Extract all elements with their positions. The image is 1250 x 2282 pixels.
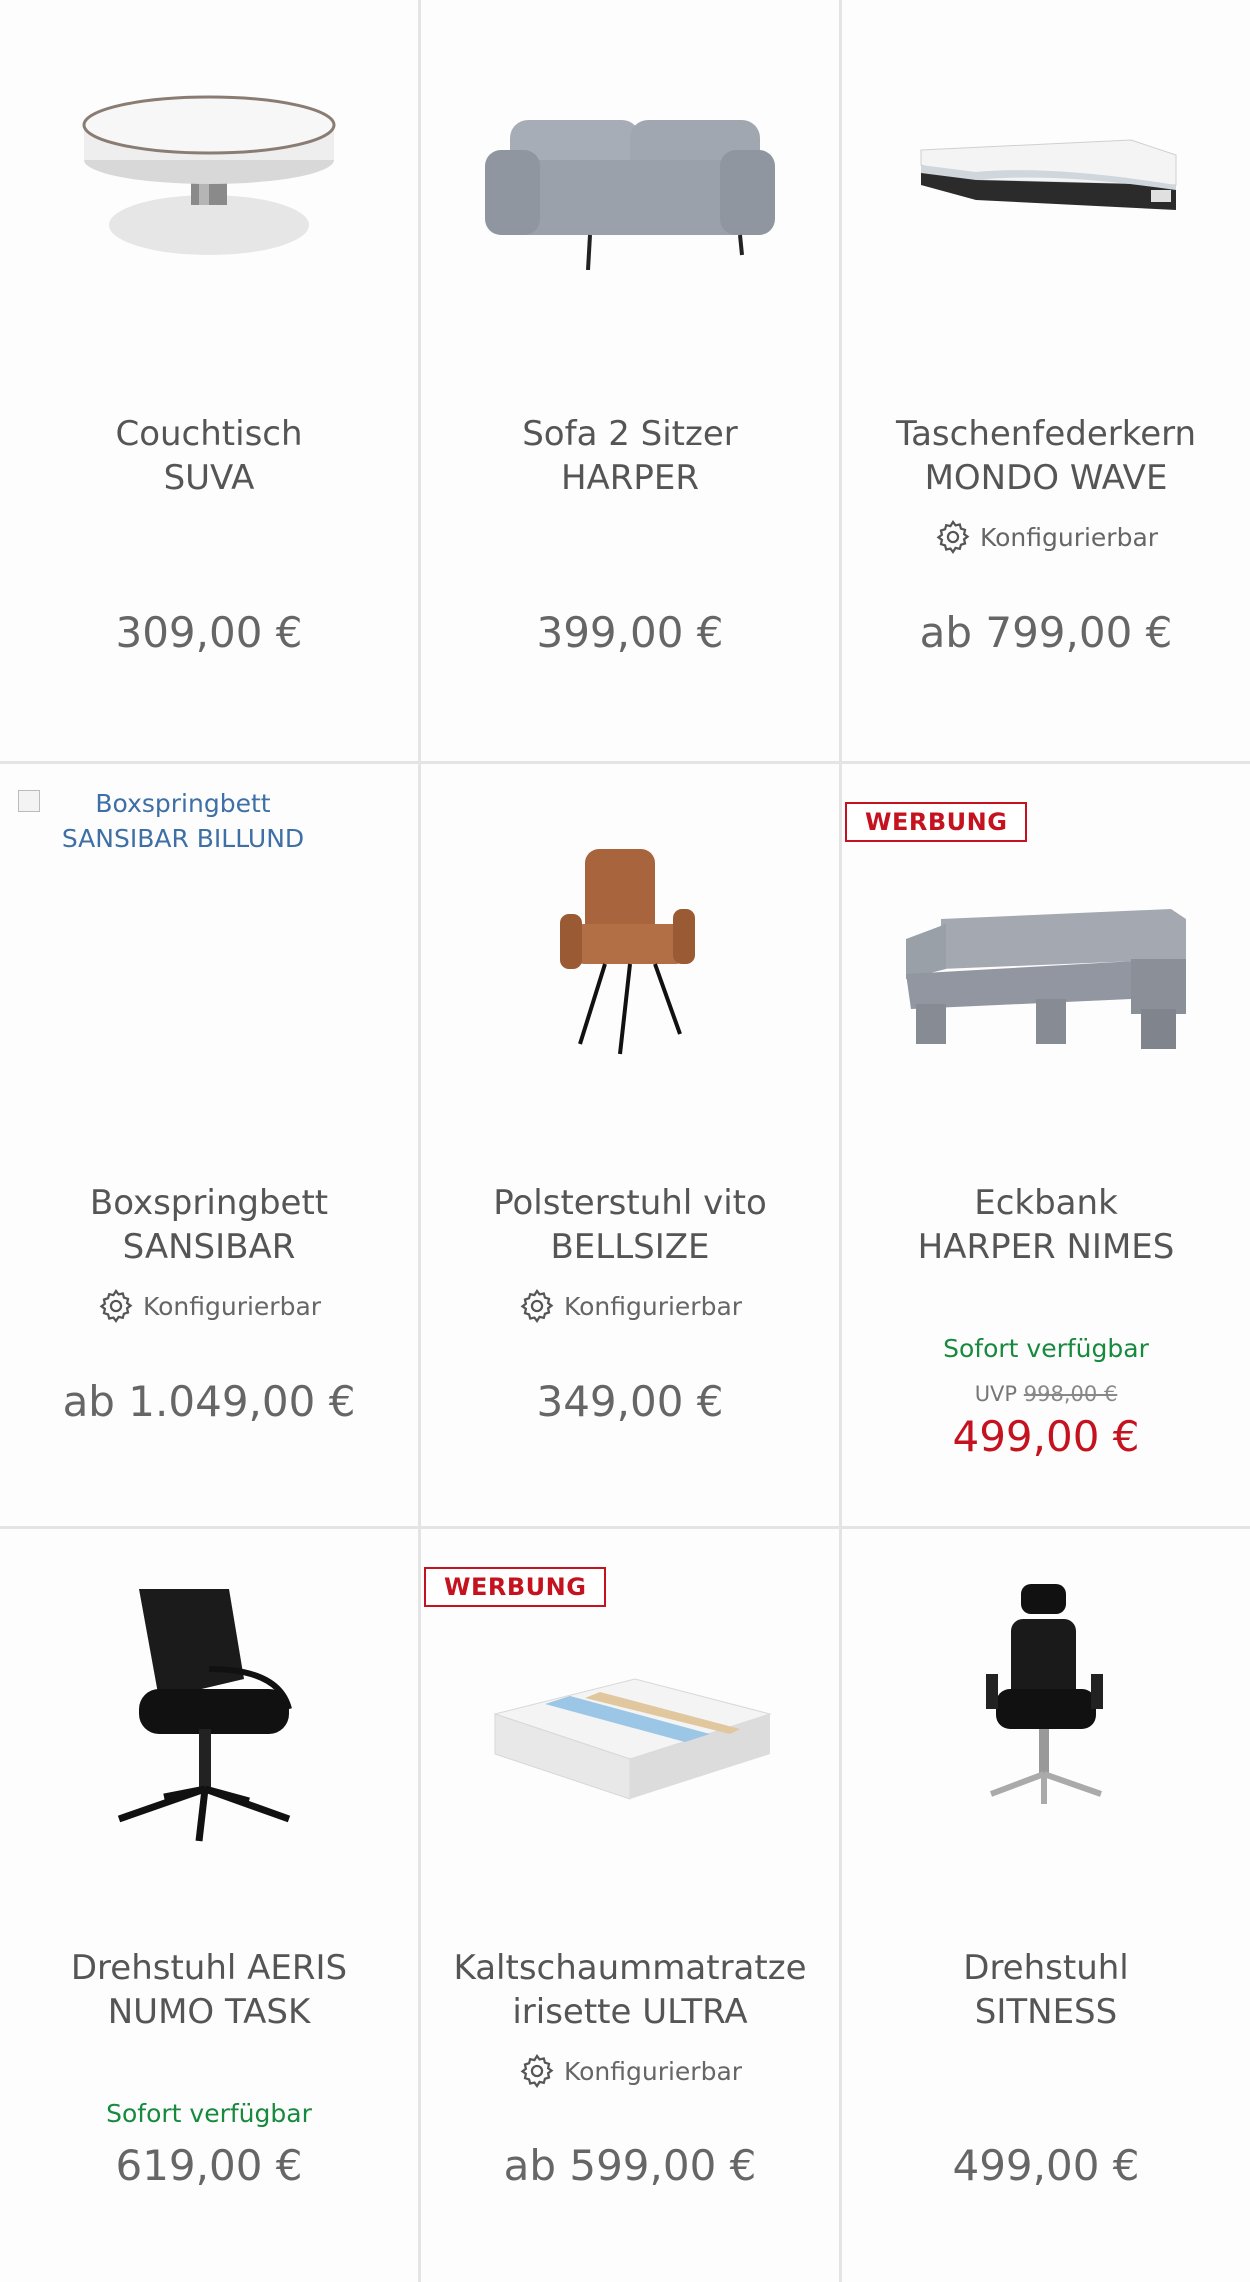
foam-mattress-image: [493, 1678, 772, 1800]
product-card-drehstuhl-aeris[interactable]: Drehstuhl AERIS NUMO TASK Sofort verfügb…: [0, 1529, 418, 2282]
configurable-label: Konfigurierbar: [421, 2052, 839, 2090]
product-brand[interactable]: SUVA: [8, 456, 410, 500]
product-brand[interactable]: BELLSIZE: [429, 1225, 831, 1269]
configurable-text: Konfigurierbar: [563, 1291, 743, 1321]
product-card-boxspringbett[interactable]: Boxspringbett SANSIBAR BILLUND Boxspring…: [0, 764, 418, 1526]
product-image[interactable]: [0, 0, 418, 340]
product-image[interactable]: [842, 0, 1250, 340]
product-price: 619,00 €: [115, 2141, 303, 2190]
alt-text-line: SANSIBAR BILLUND: [61, 824, 305, 853]
product-card-sofa[interactable]: Sofa 2 Sitzer HARPER 399,00 €: [421, 0, 839, 761]
product-name[interactable]: Taschenfederkern: [850, 412, 1242, 456]
product-card-drehstuhl-sitness[interactable]: Drehstuhl SITNESS 499,00 €: [842, 1529, 1250, 2282]
product-price: ab 1.049,00 €: [62, 1377, 356, 1426]
product-title[interactable]: Eckbank HARPER NIMES: [842, 1181, 1250, 1269]
product-brand[interactable]: MONDO WAVE: [850, 456, 1242, 500]
product-name[interactable]: Polsterstuhl vito: [429, 1181, 831, 1225]
product-name[interactable]: Boxspringbett: [8, 1181, 410, 1225]
product-card-kaltschaummatratze[interactable]: WERBUNG Kaltschaummatratze irisette ULTR…: [421, 1529, 839, 2282]
office-chair-image: [986, 1584, 1103, 1804]
product-title[interactable]: Taschenfederkern MONDO WAVE: [842, 412, 1250, 500]
product-image[interactable]: [842, 1529, 1250, 1859]
product-price: 309,00 €: [115, 608, 303, 657]
gear-icon: [520, 1288, 554, 1324]
product-brand[interactable]: NUMO TASK: [8, 1990, 410, 2034]
product-title[interactable]: Polsterstuhl vito BELLSIZE: [421, 1181, 839, 1269]
product-title[interactable]: Boxspringbett SANSIBAR: [0, 1181, 418, 1269]
coffee-table-image: [82, 95, 336, 255]
product-name[interactable]: Couchtisch: [8, 412, 410, 456]
product-image[interactable]: [842, 824, 1250, 1134]
configurable-text: Konfigurierbar: [563, 2056, 743, 2086]
product-brand[interactable]: HARPER NIMES: [850, 1225, 1242, 1269]
gear-icon: [99, 1288, 133, 1324]
gear-icon: [936, 519, 970, 555]
product-price: 499,00 €: [952, 2141, 1140, 2190]
configurable-text: Konfigurierbar: [979, 522, 1159, 552]
alt-text-line: Boxspringbett: [95, 789, 271, 818]
product-title[interactable]: Drehstuhl SITNESS: [842, 1946, 1250, 2034]
gear-icon: [520, 2053, 554, 2089]
chair-image: [560, 849, 695, 1055]
office-chair-image: [117, 1589, 292, 1842]
uvp-price: UVP 998,00 €: [842, 1382, 1250, 1406]
product-title[interactable]: Sofa 2 Sitzer HARPER: [421, 412, 839, 500]
product-title[interactable]: Drehstuhl AERIS NUMO TASK: [0, 1946, 418, 2034]
product-title[interactable]: Kaltschaummatratze irisette ULTRA: [421, 1946, 839, 2034]
product-image[interactable]: [421, 764, 839, 1134]
configurable-label: Konfigurierbar: [421, 1287, 839, 1325]
product-card-couchtisch[interactable]: Couchtisch SUVA 309,00 €: [0, 0, 418, 761]
product-image[interactable]: [421, 0, 839, 340]
uvp-value: 998,00 €: [1023, 1382, 1118, 1406]
configurable-label: Konfigurierbar: [0, 1287, 418, 1325]
configurable-label: Konfigurierbar: [842, 518, 1250, 556]
mattress-image: [920, 139, 1177, 210]
product-price: 399,00 €: [536, 608, 724, 657]
product-name[interactable]: Kaltschaummatratze: [429, 1946, 831, 1990]
product-image[interactable]: [421, 1589, 839, 1889]
product-name[interactable]: Drehstuhl: [850, 1946, 1242, 1990]
product-brand[interactable]: HARPER: [429, 456, 831, 500]
product-price: 349,00 €: [536, 1377, 724, 1426]
product-grid: Couchtisch SUVA 309,00 € Sofa 2 Sitzer H…: [0, 0, 1250, 2282]
product-name[interactable]: Eckbank: [850, 1181, 1242, 1225]
availability-status: Sofort verfügbar: [106, 2099, 312, 2128]
product-card-polsterstuhl[interactable]: Polsterstuhl vito BELLSIZE Konfigurierba…: [421, 764, 839, 1526]
product-brand[interactable]: irisette ULTRA: [429, 1990, 831, 2034]
sofa-image: [485, 120, 775, 270]
product-price: 499,00 €: [952, 1412, 1140, 1461]
product-card-eckbank[interactable]: WERBUNG Eckbank HARPER NIMES Sofort verf…: [842, 764, 1250, 1526]
product-price: ab 799,00 €: [919, 608, 1173, 657]
product-brand[interactable]: SITNESS: [850, 1990, 1242, 2034]
product-image[interactable]: [0, 1529, 418, 1899]
corner-bench-image: [906, 909, 1186, 1049]
availability-status: Sofort verfügbar: [943, 1334, 1149, 1363]
product-name[interactable]: Drehstuhl AERIS: [8, 1946, 410, 1990]
product-title[interactable]: Couchtisch SUVA: [0, 412, 418, 500]
product-name[interactable]: Sofa 2 Sitzer: [429, 412, 831, 456]
product-image-alt[interactable]: Boxspringbett SANSIBAR BILLUND: [18, 786, 348, 856]
configurable-text: Konfigurierbar: [142, 1291, 322, 1321]
product-card-taschenfederkern[interactable]: Taschenfederkern MONDO WAVE Konfigurierb…: [842, 0, 1250, 761]
product-price: ab 599,00 €: [503, 2141, 757, 2190]
product-brand[interactable]: SANSIBAR: [8, 1225, 410, 1269]
uvp-label: UVP: [974, 1382, 1018, 1406]
